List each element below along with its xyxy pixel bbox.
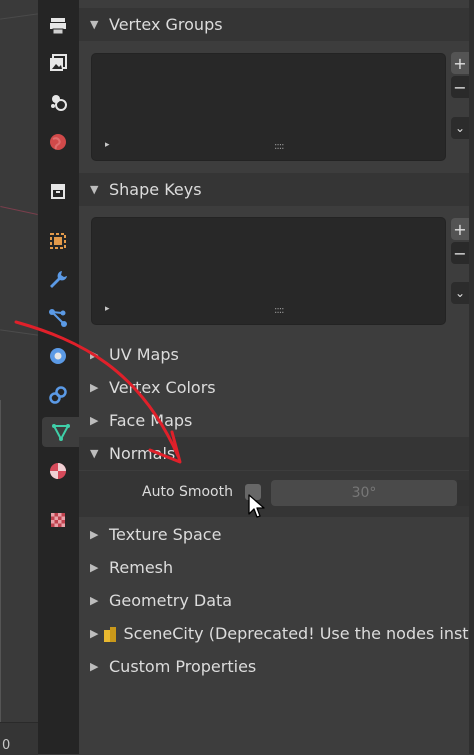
panel-scenecity[interactable]: ▶ SceneCity (Deprecated! Use the nodes i… (79, 617, 474, 650)
chevron-right-icon: ▶ (90, 594, 99, 607)
resize-grip-icon[interactable]: :::: (274, 305, 285, 316)
filter-toggle-icon[interactable]: ▸ (105, 304, 110, 314)
addon-icon (103, 625, 117, 643)
mesh-data-icon (51, 424, 70, 442)
panel-title: Custom Properties (109, 657, 257, 676)
viewport-divider (0, 400, 1, 754)
add-vertex-group-button[interactable]: + (451, 52, 469, 74)
panel-title: UV Maps (109, 345, 179, 364)
panel-title: Face Maps (109, 411, 193, 430)
remove-vertex-group-button[interactable]: − (451, 76, 469, 98)
panel-title: Vertex Colors (109, 378, 216, 397)
panel-geometry-data[interactable]: ▶ Geometry Data (79, 584, 474, 617)
properties-editor: ▼ Vertex Groups ▸ :::: + − ⌄ ▼ Shape Key… (79, 0, 474, 754)
chevron-right-icon: ▶ (90, 561, 99, 574)
texture-icon (51, 513, 65, 527)
mouse-cursor-icon (248, 494, 265, 518)
properties-tab-bar (38, 0, 79, 754)
tab-view-layer[interactable] (42, 48, 74, 78)
3d-viewport[interactable]: 0 (0, 0, 38, 755)
angle-field-right-edge (457, 480, 469, 506)
chevron-right-icon: ▶ (90, 348, 99, 361)
tab-output[interactable] (42, 11, 74, 41)
panel-uv-maps[interactable]: ▶ UV Maps (79, 338, 474, 371)
angle-value: 30° (351, 485, 377, 501)
remove-shape-key-button[interactable]: − (451, 242, 469, 264)
wrench-icon (50, 271, 67, 288)
scrollbar[interactable] (469, 0, 474, 754)
chevron-down-icon: ▼ (90, 183, 99, 196)
chevron-down-icon: ▼ (90, 447, 99, 460)
scene-icon (51, 95, 67, 111)
panel-title: Remesh (109, 558, 174, 577)
panel-normals[interactable]: ▼ Normals (79, 437, 474, 470)
image-icon (50, 54, 67, 71)
tab-material[interactable] (42, 456, 74, 486)
normals-panel-body: Auto Smooth 30° (79, 471, 474, 517)
tab-modifiers[interactable] (42, 264, 74, 294)
world-icon (50, 134, 66, 150)
material-icon (50, 463, 66, 479)
panel-title: Normals (109, 444, 176, 463)
panel-title: Vertex Groups (109, 15, 223, 34)
panel-title: Geometry Data (109, 591, 233, 610)
tab-particles[interactable] (42, 303, 74, 333)
panel-title: SceneCity (Deprecated! Use the nodes ins… (123, 624, 474, 643)
grid-line (0, 13, 38, 20)
tab-constraints[interactable] (42, 380, 74, 410)
panel-face-maps[interactable]: ▶ Face Maps (79, 404, 474, 437)
shape-key-menu-button[interactable]: ⌄ (451, 282, 469, 304)
panel-texture-space[interactable]: ▶ Texture Space (79, 518, 474, 551)
tab-object[interactable] (42, 226, 74, 256)
shape-keys-list[interactable]: ▸ :::: (91, 217, 446, 325)
constraints-icon (49, 386, 67, 404)
physics-icon (50, 348, 66, 364)
panel-shape-keys[interactable]: ▼ Shape Keys (79, 173, 474, 206)
tab-scene[interactable] (42, 87, 74, 117)
vertex-group-menu-button[interactable]: ⌄ (451, 117, 469, 139)
auto-smooth-angle-field[interactable]: 30° (271, 480, 457, 506)
auto-smooth-label: Auto Smooth (142, 484, 233, 500)
chevron-right-icon: ▶ (90, 627, 99, 640)
collection-icon (51, 184, 65, 199)
tab-physics[interactable] (42, 341, 74, 371)
filter-toggle-icon[interactable]: ▸ (105, 140, 110, 150)
panel-vertex-groups[interactable]: ▼ Vertex Groups (79, 8, 474, 41)
tab-collection[interactable] (42, 176, 74, 206)
vertex-groups-list[interactable]: ▸ :::: (91, 53, 446, 161)
axis-line (0, 206, 38, 215)
resize-grip-icon[interactable]: :::: (274, 141, 285, 152)
add-shape-key-button[interactable]: + (451, 218, 469, 240)
printer-icon (50, 18, 66, 35)
chevron-right-icon: ▶ (90, 381, 99, 394)
panel-title: Texture Space (109, 525, 222, 544)
tab-mesh-data[interactable] (42, 417, 79, 447)
chevron-right-icon: ▶ (90, 660, 99, 673)
chevron-down-icon: ▼ (90, 18, 99, 31)
particles-icon (49, 309, 67, 327)
grid-line (0, 329, 38, 336)
object-icon (50, 233, 66, 249)
panel-custom-properties[interactable]: ▶ Custom Properties (79, 650, 474, 683)
tab-texture[interactable] (42, 505, 74, 535)
panel-remesh[interactable]: ▶ Remesh (79, 551, 474, 584)
chevron-right-icon: ▶ (90, 528, 99, 541)
panel-title: Shape Keys (109, 180, 202, 199)
viewport-value: 0 (2, 738, 11, 753)
chevron-right-icon: ▶ (90, 414, 99, 427)
tab-world[interactable] (42, 127, 74, 157)
panel-vertex-colors[interactable]: ▶ Vertex Colors (79, 371, 474, 404)
